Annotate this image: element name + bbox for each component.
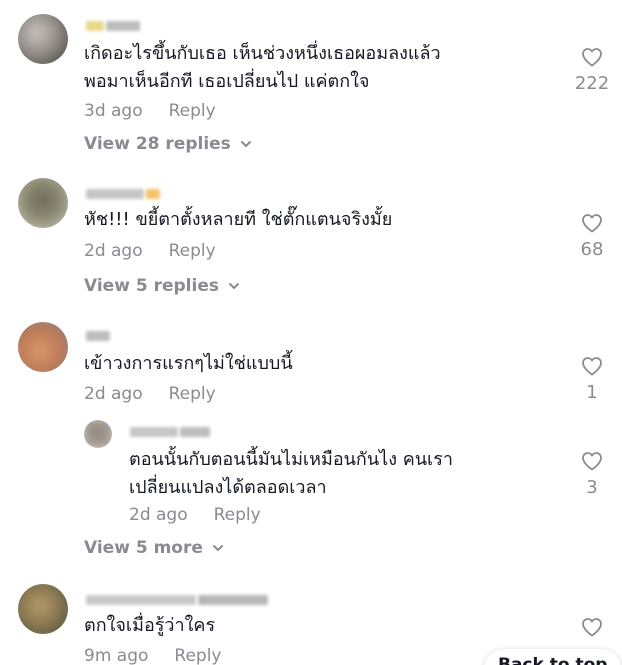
username[interactable]: [86, 328, 110, 344]
view-more-button[interactable]: View 5 more: [84, 538, 225, 558]
like-button[interactable]: [567, 615, 617, 639]
username[interactable]: [86, 592, 268, 608]
comment-meta: 9m ago Reply: [84, 646, 221, 665]
like-button[interactable]: 1: [567, 354, 617, 403]
avatar[interactable]: [18, 322, 68, 372]
reply-button[interactable]: Reply: [174, 646, 221, 665]
avatar[interactable]: [18, 14, 68, 64]
reply-time: 2d ago: [129, 505, 188, 525]
like-button[interactable]: 68: [567, 211, 617, 260]
like-button[interactable]: 222: [567, 45, 617, 94]
comment-meta: 2d ago Reply: [84, 241, 216, 261]
reply-button[interactable]: Reply: [214, 505, 261, 525]
view-replies-label: View 28 replies: [84, 134, 231, 154]
username[interactable]: [86, 186, 160, 202]
like-button[interactable]: 3: [567, 449, 617, 498]
heart-outline-icon: [582, 214, 602, 233]
username[interactable]: [130, 424, 210, 440]
view-replies-button[interactable]: View 28 replies: [84, 134, 253, 154]
heart-outline-icon: [582, 618, 602, 637]
reply-button[interactable]: Reply: [169, 384, 216, 404]
like-count: 222: [574, 73, 610, 94]
like-count: 68: [580, 239, 604, 260]
comment-time: 9m ago: [84, 646, 149, 665]
reply-button[interactable]: Reply: [169, 101, 216, 121]
heart-outline-icon: [582, 357, 602, 376]
heart-outline-icon: [582, 48, 602, 67]
comment-meta: 3d ago Reply: [84, 101, 216, 121]
comment-time: 2d ago: [84, 384, 143, 404]
chevron-down-icon: [228, 283, 239, 289]
chevron-down-icon: [212, 545, 223, 551]
like-count: 3: [586, 477, 598, 498]
comment-text: เข้าวงการแรกๆไม่ใช่แบบนี้: [84, 353, 293, 374]
comment-text: เกิดอะไรขึ้นกับเธอ เห็นช่วงหนึ่งเธอผอมลง…: [84, 43, 441, 92]
comment-time: 3d ago: [84, 101, 143, 121]
chevron-down-icon: [240, 141, 251, 147]
comment-text: หัช!!! ขยี้ตาตั้งหลายที ใช่ตั๊กแตนจริงมั…: [84, 209, 393, 230]
like-count: 1: [586, 382, 598, 403]
avatar[interactable]: [84, 420, 112, 448]
view-replies-button[interactable]: View 5 replies: [84, 276, 241, 296]
view-replies-label: View 5 replies: [84, 276, 219, 296]
back-to-top-button[interactable]: Back to top: [484, 649, 622, 665]
username[interactable]: [86, 18, 140, 34]
avatar[interactable]: [18, 584, 68, 634]
reply-text: ตอนนั้นกับตอนนี้มันไม่เหมือนกันไง คนเรา …: [129, 449, 453, 498]
comment-time: 2d ago: [84, 241, 143, 261]
avatar[interactable]: [18, 178, 68, 228]
comment-text: ตกใจเมื่อรู้ว่าใคร: [84, 615, 216, 636]
comment-meta: 2d ago Reply: [84, 384, 216, 404]
heart-outline-icon: [582, 452, 602, 471]
view-more-label: View 5 more: [84, 538, 203, 558]
reply-button[interactable]: Reply: [169, 241, 216, 261]
reply-meta: 2d ago Reply: [129, 505, 261, 525]
